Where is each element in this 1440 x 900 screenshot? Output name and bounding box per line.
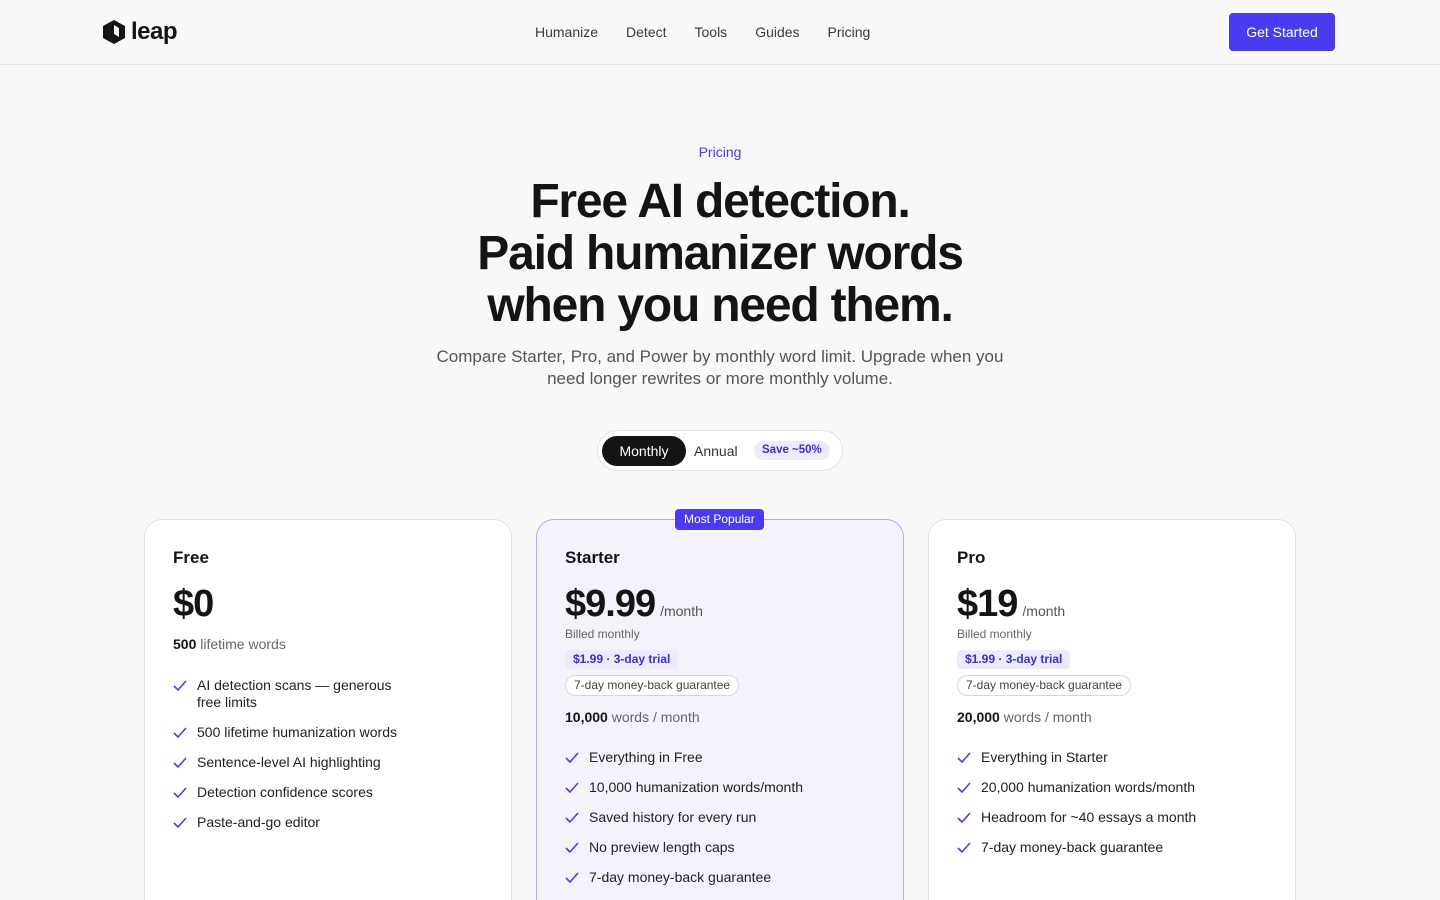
feature-text: Detection confidence scores (197, 784, 373, 800)
annual-toggle-button[interactable]: Annual (694, 436, 738, 466)
word-limit-amount: 10,000 (565, 709, 608, 725)
word-limit-amount: 500 (173, 636, 197, 652)
word-limit-unit: words / month (1003, 709, 1092, 725)
feature-text: Everything in Starter (981, 749, 1108, 765)
trial-badge: $1.99 · 3-day trial (957, 650, 1071, 669)
plan-card-free: Free $0 500 lifetime words AI detection … (144, 519, 512, 900)
headline-line-2: Paid humanizer words (477, 227, 964, 280)
feature-item: Everything in Starter (957, 749, 1196, 766)
billing-toggle: Monthly Annual Save ~50% (597, 430, 843, 471)
check-icon (957, 842, 971, 854)
plan-name: Free (173, 548, 209, 567)
plan-period: /month (1022, 603, 1066, 619)
guarantee-badge: 7-day money-back guarantee (565, 675, 740, 696)
word-limit-unit: words / month (611, 709, 700, 725)
guarantee-badge: 7-day money-back guarantee (957, 675, 1132, 696)
nav-link-pricing[interactable]: Pricing (828, 22, 871, 42)
get-started-button[interactable]: Get Started (1229, 13, 1335, 51)
feature-text: 500 lifetime humanization words (197, 724, 397, 740)
feature-text: No preview length caps (589, 839, 735, 855)
word-limit-unit: lifetime words (200, 636, 286, 652)
save-badge: Save ~50% (754, 441, 830, 460)
check-icon (565, 782, 579, 794)
check-icon (173, 817, 187, 829)
price-row: $9.99 /month (565, 583, 703, 625)
feature-list: Everything in Free 10,000 humanization w… (565, 749, 803, 899)
nav-links: Humanize Detect Tools Guides Pricing (535, 22, 870, 42)
feature-item: No preview length caps (565, 839, 803, 856)
check-icon (173, 727, 187, 739)
headline-line-1: Free AI detection. (530, 175, 911, 228)
check-icon (565, 872, 579, 884)
plan-price: $9.99 (565, 583, 656, 625)
feature-item: 10,000 humanization words/month (565, 779, 803, 796)
feature-text: Everything in Free (589, 749, 703, 765)
plan-card-starter: Most Popular Starter $9.99 /month Billed… (536, 509, 904, 900)
billing-note: Billed monthly (957, 627, 1032, 641)
check-icon (173, 787, 187, 799)
billing-note: Billed monthly (565, 627, 640, 641)
hero-subtitle: Compare Starter, Pro, and Power by month… (436, 347, 1004, 388)
trial-badge: $1.99 · 3-day trial (565, 650, 679, 669)
feature-item: AI detection scans — generous free limit… (173, 677, 417, 711)
feature-item: Everything in Free (565, 749, 803, 766)
headline-line-3: when you need them. (487, 279, 953, 332)
plan-period: /month (660, 603, 703, 619)
check-icon (173, 757, 187, 769)
monthly-toggle-button[interactable]: Monthly (602, 436, 686, 466)
feature-text: 7-day money-back guarantee (589, 869, 772, 885)
feature-list: AI detection scans — generous free limit… (173, 677, 417, 844)
plan-name: Starter (565, 548, 620, 567)
feature-item: 7-day money-back guarantee (957, 839, 1196, 856)
feature-item: Detection confidence scores (173, 784, 417, 801)
word-limit: 10,000 words / month (565, 709, 700, 725)
plan-price: $0 (173, 583, 214, 625)
check-icon (173, 680, 187, 692)
logo-text: leap (131, 18, 178, 45)
price-row: $19 /month (957, 583, 1065, 625)
feature-item: Headroom for ~40 essays a month (957, 809, 1196, 826)
nav-link-detect[interactable]: Detect (626, 22, 666, 42)
feature-item: Sentence-level AI highlighting (173, 754, 417, 771)
check-icon (957, 752, 971, 764)
top-nav: leap Humanize Detect Tools Guides Pricin… (0, 0, 1440, 65)
feature-text: Saved history for every run (589, 809, 757, 825)
feature-text: Sentence-level AI highlighting (197, 754, 381, 770)
feature-text: Headroom for ~40 essays a month (981, 809, 1197, 825)
feature-item: Saved history for every run (565, 809, 803, 826)
feature-text: Paste-and-go editor (197, 814, 320, 830)
feature-item: 500 lifetime humanization words (173, 724, 417, 741)
nav-link-tools[interactable]: Tools (695, 22, 728, 42)
word-limit: 20,000 words / month (957, 709, 1092, 725)
check-icon (957, 812, 971, 824)
feature-item: 7-day money-back guarantee (565, 869, 803, 886)
plan-name: Pro (957, 548, 986, 567)
feature-text: 20,000 humanization words/month (981, 779, 1196, 795)
feature-text: AI detection scans — generous free limit… (197, 677, 392, 710)
pricing-eyebrow: Pricing (698, 144, 742, 160)
check-icon (957, 782, 971, 794)
logo-link[interactable]: leap (103, 18, 178, 45)
plan-price: $19 (957, 583, 1018, 625)
feature-list: Everything in Starter 20,000 humanizatio… (957, 749, 1196, 869)
check-icon (565, 812, 579, 824)
nav-link-humanize[interactable]: Humanize (535, 22, 598, 42)
feature-item: 20,000 humanization words/month (957, 779, 1196, 796)
feature-text: 10,000 humanization words/month (589, 779, 804, 795)
feature-item: Paste-and-go editor (173, 814, 417, 831)
leap-logo-icon (103, 20, 125, 44)
page-headline: Free AI detection. Paid humanizer words … (0, 176, 1440, 332)
check-icon (565, 752, 579, 764)
most-popular-badge: Most Popular (675, 509, 764, 530)
check-icon (565, 842, 579, 854)
plan-card-pro: Pro $19 /month Billed monthly $1.99 · 3-… (928, 519, 1296, 900)
word-limit: 500 lifetime words (173, 636, 286, 652)
word-limit-amount: 20,000 (957, 709, 1000, 725)
price-row: $0 (173, 583, 214, 625)
feature-text: 7-day money-back guarantee (981, 839, 1164, 855)
nav-link-guides[interactable]: Guides (755, 22, 799, 42)
